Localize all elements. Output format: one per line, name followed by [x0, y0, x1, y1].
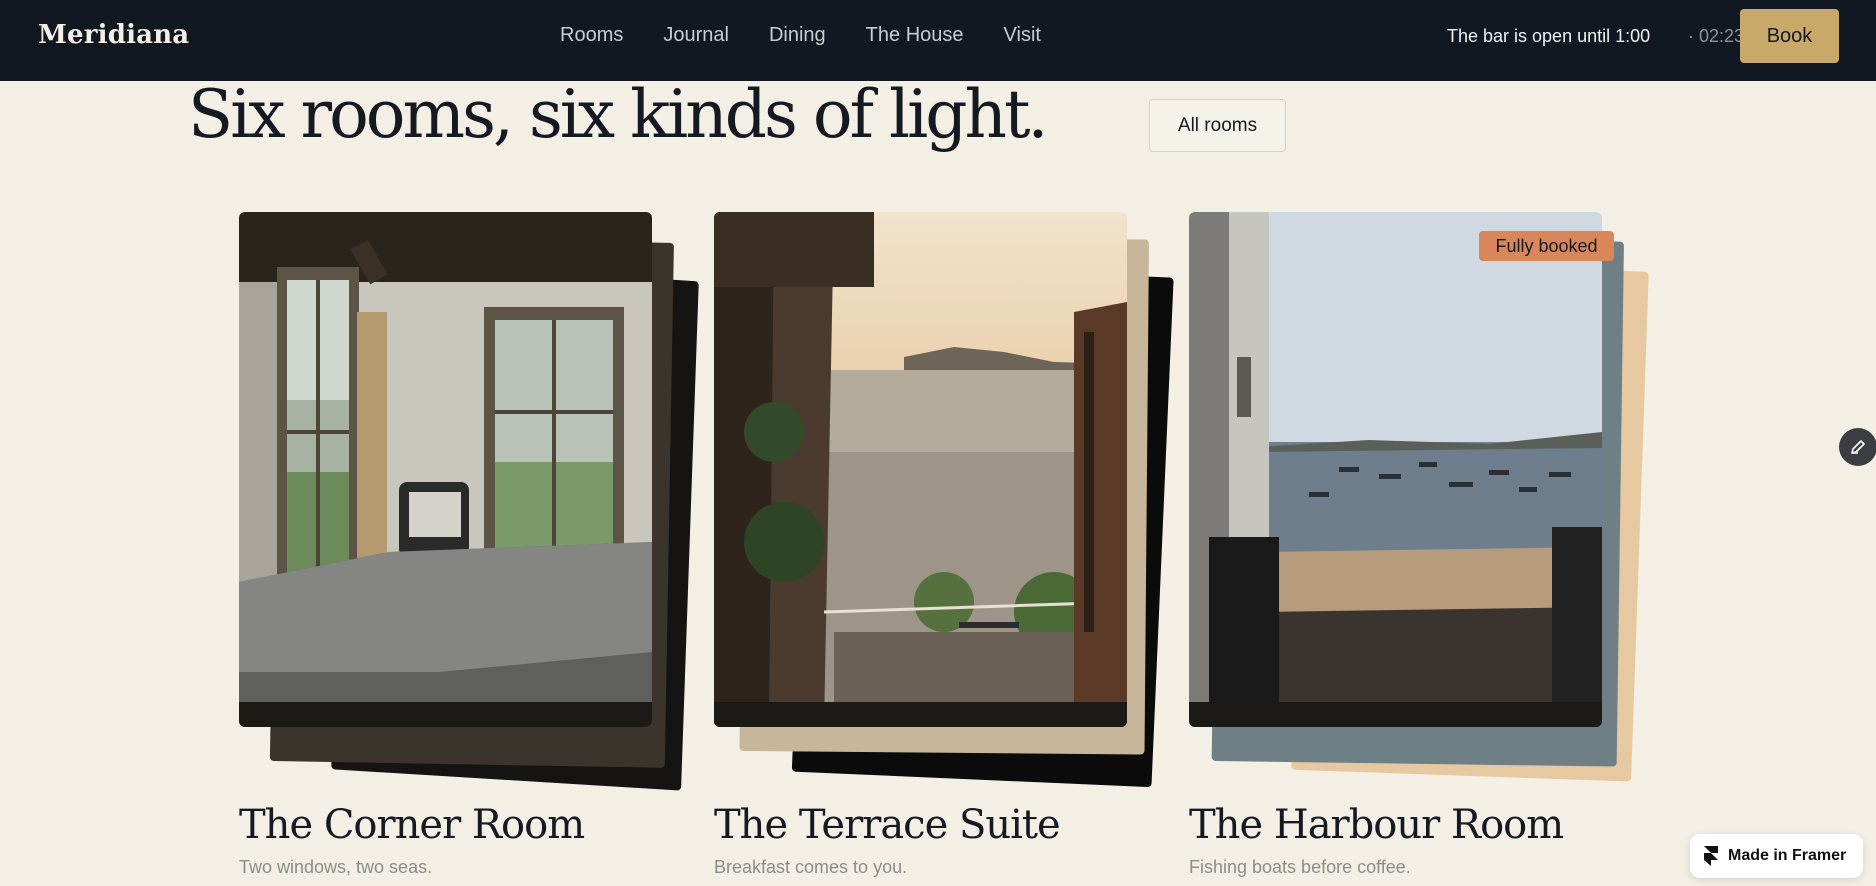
framer-logo-icon: [1704, 846, 1718, 866]
edit-button[interactable]: [1839, 428, 1876, 466]
pencil-icon: [1851, 440, 1865, 454]
room-card-harbour[interactable]: The Harbour Room Fishing boats before co…: [1189, 212, 1659, 877]
room-subtitle: Two windows, two seas.: [239, 857, 433, 877]
made-in-framer-badge[interactable]: Made in Framer: [1690, 834, 1863, 878]
nav-links: Rooms Journal Dining The House Visit: [560, 24, 1041, 47]
bar-time-text: · 02:23: [1688, 26, 1745, 46]
site-logo[interactable]: Meridiana: [38, 20, 189, 50]
room-title: The Harbour Room: [1189, 802, 1564, 848]
room-title: The Terrace Suite: [714, 802, 1061, 848]
bar-status-text: The bar is open until 1:00: [1447, 26, 1651, 46]
room-card-terrace[interactable]: The Terrace Suite Breakfast comes to you…: [714, 212, 1184, 877]
room-photo: [714, 212, 1127, 727]
room-photo-harbour: [1189, 212, 1602, 727]
room-photo: [1189, 212, 1602, 727]
top-nav: Meridiana Rooms Journal Dining The House…: [0, 0, 1876, 81]
nav-link-visit[interactable]: Visit: [1004, 24, 1041, 47]
room-subtitle: Fishing boats before coffee.: [1189, 857, 1411, 877]
nav-link-journal[interactable]: Journal: [663, 24, 729, 47]
section-heading: Six rooms, six kinds of light.: [188, 76, 1048, 153]
room-card-corner[interactable]: The Corner Room Two windows, two seas.: [239, 212, 709, 877]
book-button[interactable]: Book: [1740, 9, 1839, 63]
room-photo-corner: [239, 212, 652, 727]
fully-booked-badge: Fully booked: [1479, 231, 1614, 261]
room-photo: [239, 212, 652, 727]
nav-link-dining[interactable]: Dining: [769, 24, 826, 47]
nav-link-rooms[interactable]: Rooms: [560, 24, 623, 47]
made-in-framer-label: Made in Framer: [1728, 847, 1847, 864]
all-rooms-button[interactable]: All rooms: [1149, 99, 1286, 152]
room-subtitle: Breakfast comes to you.: [714, 857, 908, 877]
room-photo-terrace: [714, 212, 1127, 727]
nav-link-the-house[interactable]: The House: [866, 24, 964, 47]
room-title: The Corner Room: [239, 802, 585, 848]
